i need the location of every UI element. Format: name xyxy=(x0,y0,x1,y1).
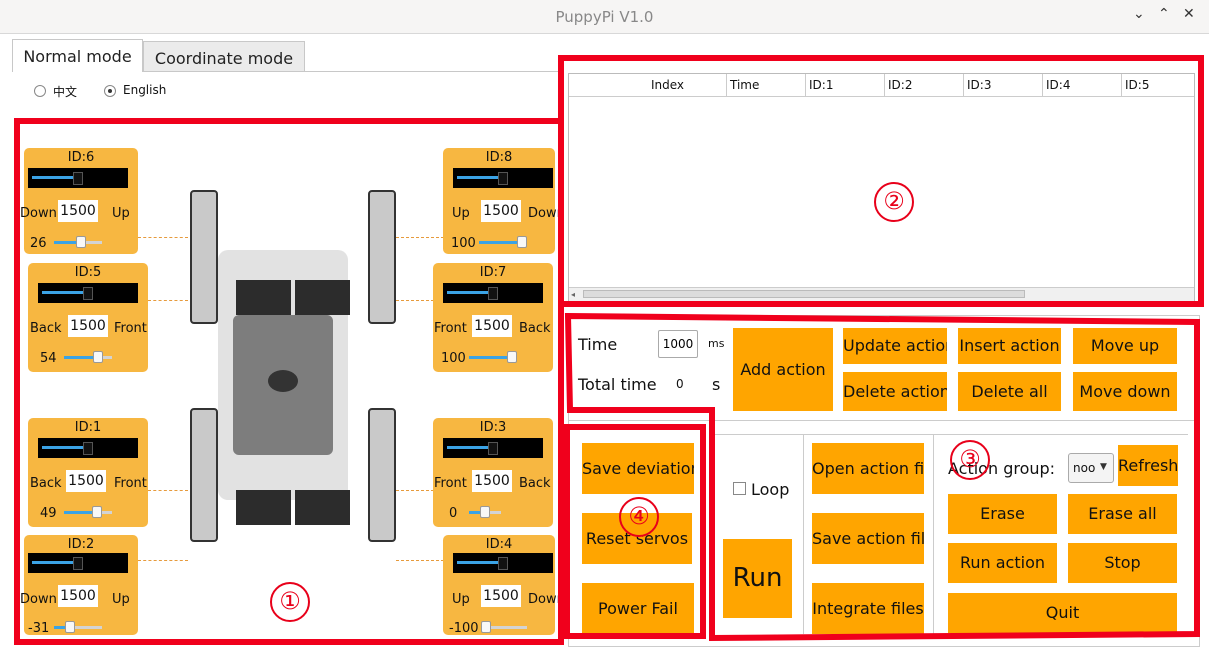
tab-normal-mode[interactable]: Normal mode xyxy=(12,39,143,72)
annotation-outline xyxy=(564,312,1200,642)
annotation-box-4 xyxy=(564,424,706,639)
annotation-box-3 xyxy=(564,312,1200,642)
